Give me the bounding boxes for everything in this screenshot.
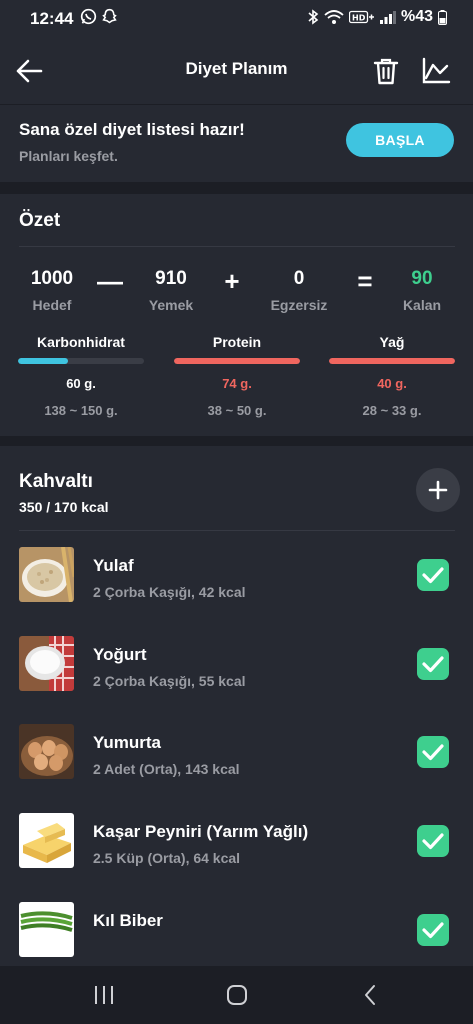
goal-stat: 1000 Hedef [7,268,97,313]
macro-range: 38 ~ 50 g. [207,403,267,418]
food-checkbox[interactable] [417,914,449,946]
macro-progress-fill [329,358,455,364]
macro-carbs: Karbonhidrat 60 g. 138 ~ 150 g. [18,334,144,418]
macro-name: Yağ [379,334,405,350]
bluetooth-icon [308,9,319,25]
recent-apps-button[interactable] [84,980,124,1010]
food-item-eggs[interactable]: Yumurta 2 Adet (Orta), 143 kcal [0,724,473,796]
system-back-button[interactable] [350,980,390,1010]
chart-button[interactable] [420,54,452,88]
food-detail: 2 Adet (Orta), 143 kcal [93,761,240,777]
app-bar: Diyet Planım [0,38,473,104]
macro-name: Karbonhidrat [37,334,125,350]
battery-percent: %43 [400,8,433,25]
equals-operator: = [357,266,373,296]
meal-title: Kahvaltı [19,471,93,492]
macro-range: 28 ~ 33 g. [362,403,422,418]
exercise-stat: 0 Egzersiz [254,268,344,313]
food-stat: 910 Yemek [126,268,216,313]
cheese-image [19,813,74,868]
macro-progress-track [329,358,455,364]
promo-title: Sana özel diyet listesi hazır! [19,120,245,139]
home-icon [227,985,247,1005]
signal-icon [379,11,396,24]
food-item-kashar-cheese[interactable]: Kaşar Peyniri (Yarım Yağlı) 2.5 Küp (Ort… [0,813,473,885]
checkmark-icon [422,922,444,939]
food-name: Yulaf [93,556,134,575]
checkmark-icon [422,656,444,673]
food-detail: 2 Çorba Kaşığı, 42 kcal [93,584,246,600]
summary-title: Özet [19,210,61,231]
oats-image [19,547,74,602]
promo-banner: Sana özel diyet listesi hazır! Planları … [0,104,473,182]
remaining-stat: 90 Kalan [377,268,467,313]
pepper-image [19,902,74,957]
food-checkbox[interactable] [417,559,449,591]
recent-apps-icon [95,986,113,1004]
checkmark-icon [422,567,444,584]
exercise-value: 0 [293,268,305,289]
status-bar: 12:44 HD %43 [0,0,473,38]
food-checkbox[interactable] [417,736,449,768]
wifi-icon [324,10,344,24]
meal-section-breakfast: Kahvaltı 350 / 170 kcal Yulaf 2 Çorba Ka… [0,446,473,966]
battery-icon [438,9,447,25]
goal-label: Hedef [32,297,72,313]
food-name: Kıl Biber [93,911,163,930]
hd-plus-icon: HD [348,10,374,24]
summary-card: Özet 1000 Hedef — 910 Yemek + 0 Egzersiz… [0,194,473,436]
food-checkbox[interactable] [417,825,449,857]
home-button[interactable] [217,980,257,1010]
system-nav-bar [0,966,473,1024]
checkmark-icon [422,744,444,761]
food-name: Yumurta [93,733,162,752]
macro-progress-track [18,358,144,364]
food-name: Yoğurt [93,645,147,664]
exercise-label: Egzersiz [270,297,328,313]
checkmark-icon [422,833,444,850]
food-detail: 2.5 Küp (Orta), 64 kcal [93,850,241,866]
whatsapp-icon [80,8,97,25]
macro-progress-fill [174,358,300,364]
food-item-yogurt[interactable]: Yoğurt 2 Çorba Kaşığı, 55 kcal [0,636,473,708]
remaining-value: 90 [411,268,433,289]
chevron-left-icon [365,985,375,1005]
line-chart-icon [422,57,451,84]
macro-protein: Protein 74 g. 38 ~ 50 g. [174,334,300,418]
food-value: 910 [155,268,187,289]
macro-progress-track [174,358,300,364]
food-label: Yemek [148,297,194,313]
food-detail: 2 Çorba Kaşığı, 55 kcal [93,673,246,689]
plus-icon [428,480,448,500]
macro-fat: Yağ 40 g. 28 ~ 33 g. [329,334,455,418]
food-checkbox[interactable] [417,648,449,680]
eggs-image [19,724,74,779]
snapchat-icon [102,8,117,24]
trash-icon [373,58,399,85]
remaining-label: Kalan [402,297,442,313]
plus-operator: + [224,266,240,296]
meal-kcal: 350 / 170 kcal [19,499,109,515]
divider [19,530,455,531]
yogurt-image [19,636,74,691]
delete-button[interactable] [370,54,402,88]
food-item-green-pepper[interactable]: Kıl Biber [0,902,473,966]
macro-amount: 60 g. [66,376,96,391]
divider [19,246,455,247]
minus-operator: — [97,266,123,296]
macro-name: Protein [212,334,262,350]
macro-range: 138 ~ 150 g. [44,403,118,418]
macro-amount: 40 g. [377,376,407,391]
add-food-button[interactable] [416,468,460,512]
food-name: Kaşar Peyniri (Yarım Yağlı) [93,822,309,841]
goal-value: 1000 [30,268,74,289]
start-button[interactable]: BAŞLA [346,123,454,157]
svg-text:HD: HD [352,14,366,23]
food-item-oats[interactable]: Yulaf 2 Çorba Kaşığı, 42 kcal [0,547,473,619]
promo-subtitle: Planları keşfet. [19,148,118,164]
macro-progress-fill [18,358,69,364]
status-time: 12:44 [30,9,74,28]
macro-amount: 74 g. [222,376,252,391]
page-title: Diyet Planım [185,59,288,78]
